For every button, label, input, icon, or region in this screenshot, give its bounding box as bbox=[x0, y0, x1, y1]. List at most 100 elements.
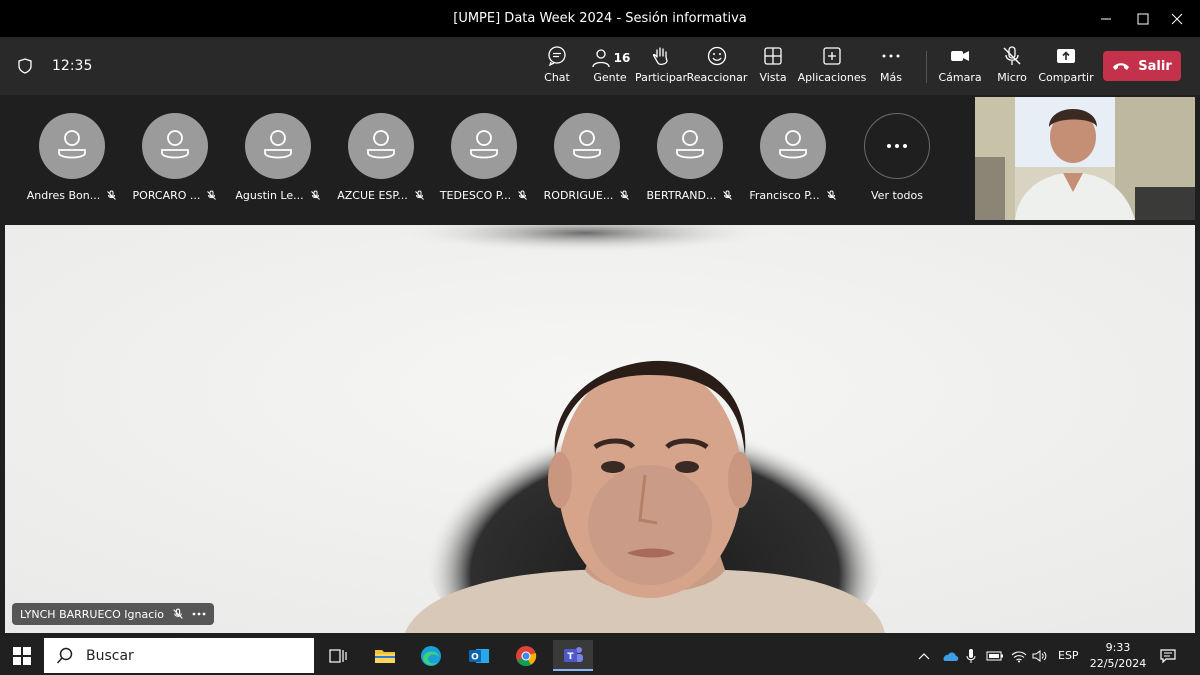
toolbar-divider bbox=[926, 51, 927, 83]
people-button[interactable]: 16 Gente bbox=[590, 45, 630, 89]
person-icon bbox=[573, 130, 601, 159]
clock-date: 22/5/2024 bbox=[1089, 657, 1147, 670]
notifications-button[interactable] bbox=[1160, 636, 1176, 675]
speaker-name: LYNCH BARRUECO Ignacio bbox=[20, 607, 165, 621]
system-clock[interactable]: 9:33 22/5/2024 bbox=[1086, 640, 1150, 672]
see-all-avatar bbox=[864, 113, 930, 179]
mic-off-icon bbox=[414, 190, 424, 200]
taskbar-search-box[interactable]: Buscar bbox=[44, 638, 314, 673]
outlook-button[interactable]: O bbox=[459, 640, 499, 671]
edge-icon bbox=[421, 645, 441, 666]
mic-off-icon bbox=[1003, 46, 1021, 65]
participant-name: BERTRAND... bbox=[646, 189, 717, 202]
person-icon bbox=[264, 130, 292, 159]
wifi-tray[interactable] bbox=[1011, 636, 1027, 675]
onedrive-icon bbox=[943, 651, 959, 661]
chat-icon bbox=[548, 46, 566, 67]
participant-tile[interactable]: BERTRAND... bbox=[640, 113, 740, 202]
see-all-label: Ver todos bbox=[871, 189, 923, 202]
self-video-preview[interactable] bbox=[975, 97, 1195, 220]
camera-icon bbox=[951, 51, 969, 61]
teams-button[interactable]: T bbox=[553, 640, 593, 671]
view-button[interactable]: Vista bbox=[756, 45, 790, 89]
chevron-up-icon bbox=[918, 652, 930, 659]
participant-tile[interactable]: Agustin Le... bbox=[228, 113, 328, 202]
participant-name: Agustin Le... bbox=[235, 189, 304, 202]
start-button[interactable] bbox=[8, 642, 36, 670]
avatar bbox=[554, 113, 620, 179]
folder-icon bbox=[375, 649, 395, 663]
shield-icon[interactable] bbox=[16, 57, 34, 75]
mic-off-icon bbox=[620, 190, 630, 200]
minimize-icon bbox=[1101, 18, 1111, 19]
mic-off-icon bbox=[207, 190, 217, 200]
participant-tile[interactable]: PORCARO ... bbox=[125, 113, 225, 202]
language-label: ESP bbox=[1058, 649, 1079, 662]
svg-text:T: T bbox=[567, 652, 574, 662]
maximize-icon bbox=[1137, 13, 1149, 24]
more-button[interactable]: Más bbox=[876, 45, 906, 89]
edge-button[interactable] bbox=[411, 640, 451, 671]
more-icon bbox=[887, 144, 907, 148]
microphone-tray[interactable] bbox=[966, 636, 976, 675]
avatar bbox=[657, 113, 723, 179]
person-icon bbox=[470, 130, 498, 159]
apps-button[interactable]: Aplicaciones bbox=[798, 45, 866, 89]
participant-name: TEDESCO P... bbox=[439, 189, 512, 202]
wifi-icon bbox=[1011, 650, 1027, 662]
title-bar: [UMPE] Data Week 2024 - Sesión informati… bbox=[0, 0, 1200, 37]
self-video-image bbox=[975, 97, 1195, 220]
see-all-button[interactable]: Ver todos bbox=[847, 113, 947, 202]
windows-taskbar: Buscar O T ESP 9:33 22/5/2024 bbox=[0, 636, 1200, 675]
add-app-icon bbox=[823, 47, 841, 65]
avatar bbox=[245, 113, 311, 179]
clock-time: 9:33 bbox=[1105, 641, 1131, 654]
file-explorer-button[interactable] bbox=[365, 640, 405, 671]
share-button[interactable]: Compartir bbox=[1038, 45, 1094, 89]
react-button[interactable]: Reaccionar bbox=[687, 45, 747, 89]
participant-name: Francisco P... bbox=[749, 189, 820, 202]
outlook-icon: O bbox=[469, 648, 489, 663]
task-view-button[interactable] bbox=[318, 640, 358, 671]
smile-icon bbox=[707, 46, 727, 66]
mic-button[interactable]: Micro bbox=[996, 45, 1028, 89]
raise-hand-label: Participar bbox=[634, 71, 688, 84]
participant-tile[interactable]: Francisco P... bbox=[743, 113, 843, 202]
main-speaker-video[interactable] bbox=[5, 225, 1195, 633]
svg-text:O: O bbox=[471, 652, 479, 662]
language-indicator[interactable]: ESP bbox=[1058, 636, 1079, 675]
show-hidden-icons-button[interactable] bbox=[918, 636, 930, 675]
person-icon bbox=[161, 130, 189, 159]
react-label: Reaccionar bbox=[686, 71, 748, 84]
leave-button[interactable]: Salir bbox=[1103, 51, 1181, 81]
camera-button[interactable]: Cámara bbox=[938, 45, 982, 89]
person-icon bbox=[676, 130, 704, 159]
speaker-more-icon[interactable] bbox=[192, 612, 206, 616]
close-button[interactable] bbox=[1154, 0, 1200, 37]
avatar bbox=[142, 113, 208, 179]
search-icon bbox=[56, 647, 73, 664]
participant-name: Andres Bon... bbox=[26, 189, 101, 202]
participant-tile[interactable]: TEDESCO P... bbox=[434, 113, 534, 202]
participant-tile[interactable]: AZCUE ESP... bbox=[331, 113, 431, 202]
person-icon bbox=[779, 130, 807, 159]
avatar bbox=[39, 113, 105, 179]
participant-tile[interactable]: RODRIGUE... bbox=[537, 113, 637, 202]
raise-hand-button[interactable]: Participar bbox=[634, 45, 688, 89]
onedrive-tray[interactable] bbox=[941, 636, 959, 675]
participant-tile[interactable]: Andres Bon... bbox=[22, 113, 122, 202]
battery-tray[interactable] bbox=[986, 636, 1004, 675]
more-icon bbox=[882, 54, 900, 58]
person-icon bbox=[58, 130, 86, 159]
chat-label: Chat bbox=[544, 71, 570, 84]
chat-button[interactable]: Chat bbox=[540, 45, 574, 89]
notification-icon bbox=[1160, 648, 1176, 663]
mic-off-icon bbox=[173, 608, 183, 619]
mic-off-icon bbox=[723, 190, 733, 200]
apps-label: Aplicaciones bbox=[797, 71, 867, 84]
chrome-button[interactable] bbox=[506, 640, 546, 671]
teams-icon: T bbox=[564, 646, 583, 662]
volume-tray[interactable] bbox=[1032, 636, 1048, 675]
speaker-volume-icon bbox=[1032, 649, 1047, 662]
avatar bbox=[348, 113, 414, 179]
